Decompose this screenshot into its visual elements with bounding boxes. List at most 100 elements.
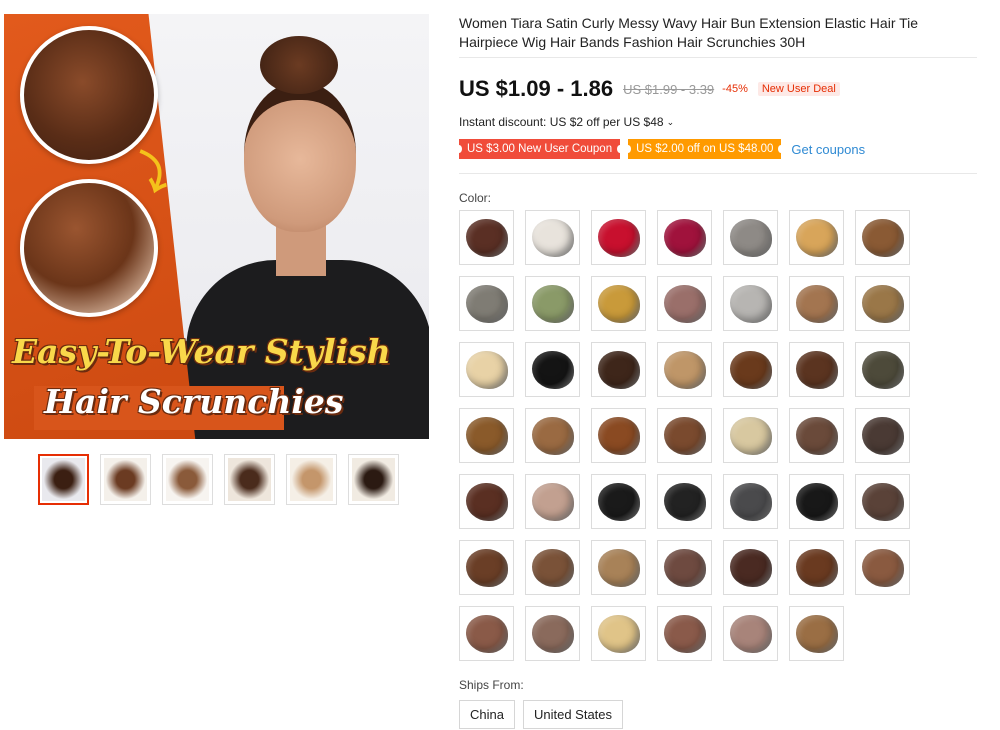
color-swatch[interactable] — [855, 342, 910, 397]
hair-bun-swatch-image — [861, 416, 904, 455]
color-swatch[interactable] — [723, 540, 778, 595]
color-swatch[interactable] — [789, 540, 844, 595]
hair-bun-swatch-image — [597, 416, 640, 455]
color-swatch[interactable] — [789, 276, 844, 331]
color-swatch[interactable] — [459, 276, 514, 331]
hair-bun-swatch-image — [465, 218, 508, 257]
color-swatch[interactable] — [591, 210, 646, 265]
divider — [459, 57, 977, 58]
hair-bun-swatch-image — [663, 548, 706, 587]
hair-bun-swatch-image — [465, 350, 508, 389]
gallery-thumbnail[interactable] — [38, 454, 89, 505]
color-swatch[interactable] — [657, 210, 712, 265]
color-swatch[interactable] — [459, 606, 514, 661]
original-price: US $1.99 - 3.39 — [623, 81, 715, 97]
color-swatch[interactable] — [525, 540, 580, 595]
color-swatch[interactable] — [789, 474, 844, 529]
gallery-thumbnail[interactable] — [224, 454, 275, 505]
gallery-thumbnail[interactable] — [162, 454, 213, 505]
color-swatch[interactable] — [723, 276, 778, 331]
new-user-coupon[interactable]: US $3.00 New User Coupon — [455, 139, 624, 159]
promo-headline: Easy-To-Wear Stylish — [12, 332, 391, 371]
color-swatch[interactable] — [789, 342, 844, 397]
thumbnail-strip — [38, 454, 399, 505]
model-photo — [182, 36, 429, 439]
color-swatch[interactable] — [657, 276, 712, 331]
color-swatch[interactable] — [459, 474, 514, 529]
hair-bun-swatch-image — [597, 218, 640, 257]
color-swatch[interactable] — [789, 606, 844, 661]
color-swatch[interactable] — [723, 210, 778, 265]
ships-from-option[interactable]: China — [459, 700, 515, 729]
thumbnail-image — [290, 458, 333, 501]
hair-bun-swatch-image — [531, 284, 574, 323]
color-swatch[interactable] — [855, 408, 910, 463]
color-swatch[interactable] — [525, 408, 580, 463]
color-swatch[interactable] — [525, 474, 580, 529]
get-coupons-link[interactable]: Get coupons — [791, 142, 865, 157]
store-coupon[interactable]: US $2.00 off on US $48.00 — [625, 139, 785, 159]
hair-bun-swatch-image — [729, 218, 772, 257]
color-swatch[interactable] — [591, 408, 646, 463]
hair-bun-swatch-image — [795, 350, 838, 389]
gallery-thumbnail[interactable] — [348, 454, 399, 505]
thumbnail-image — [352, 458, 395, 501]
gallery-thumbnail[interactable] — [100, 454, 151, 505]
hair-bun-swatch-image — [465, 284, 508, 323]
hair-bun-swatch-image — [729, 614, 772, 653]
color-swatch[interactable] — [591, 276, 646, 331]
discount-percent: -45% — [722, 83, 748, 95]
ships-from-option[interactable]: United States — [522, 700, 624, 729]
color-swatch[interactable] — [789, 408, 844, 463]
hair-bun-swatch-image — [795, 284, 838, 323]
color-swatch[interactable] — [525, 210, 580, 265]
product-title: Women Tiara Satin Curly Messy Wavy Hair … — [459, 15, 919, 50]
hair-bun-swatch-image — [531, 614, 574, 653]
gallery-thumbnail[interactable] — [286, 454, 337, 505]
color-swatch[interactable] — [855, 474, 910, 529]
color-swatch[interactable] — [525, 276, 580, 331]
hair-bun-swatch-image — [531, 482, 574, 521]
thumbnail-image — [228, 458, 271, 501]
color-swatch[interactable] — [723, 606, 778, 661]
color-swatch[interactable] — [525, 342, 580, 397]
color-swatch[interactable] — [459, 342, 514, 397]
instant-discount-text: Instant discount: US $2 off per US $48 — [459, 115, 664, 129]
color-swatch[interactable] — [591, 474, 646, 529]
color-swatch[interactable] — [855, 210, 910, 265]
color-swatch[interactable] — [657, 540, 712, 595]
hair-bun-swatch-image — [597, 548, 640, 587]
chevron-down-icon[interactable]: ⌄ — [667, 117, 675, 128]
color-swatch[interactable] — [591, 342, 646, 397]
color-swatch[interactable] — [657, 474, 712, 529]
hair-bun-swatch-image — [597, 284, 640, 323]
hair-bun-swatch-image — [597, 614, 640, 653]
color-swatch[interactable] — [723, 408, 778, 463]
color-swatch[interactable] — [789, 210, 844, 265]
color-swatch[interactable] — [855, 540, 910, 595]
color-swatch[interactable] — [657, 342, 712, 397]
color-swatch[interactable] — [657, 408, 712, 463]
hair-bun-swatch-image — [663, 218, 706, 257]
hair-bun-swatch-image — [795, 548, 838, 587]
main-product-image[interactable]: ⤵ Easy-To-Wear Stylish Hair Scrunchies — [4, 14, 429, 439]
color-swatch[interactable] — [591, 540, 646, 595]
color-swatch[interactable] — [723, 342, 778, 397]
hair-bun-swatch-image — [465, 482, 508, 521]
divider — [459, 173, 977, 174]
color-swatch[interactable] — [723, 474, 778, 529]
instant-discount[interactable]: Instant discount: US $2 off per US $48 ⌄ — [459, 115, 674, 129]
color-swatch[interactable] — [657, 606, 712, 661]
hair-bun-swatch-image — [597, 350, 640, 389]
color-swatch[interactable] — [459, 210, 514, 265]
hair-bun-swatch-image — [861, 350, 904, 389]
color-swatch[interactable] — [459, 540, 514, 595]
color-swatch[interactable] — [591, 606, 646, 661]
hair-bun-swatch-image — [795, 416, 838, 455]
color-swatch[interactable] — [525, 606, 580, 661]
hair-bun-swatch-image — [861, 548, 904, 587]
promo-subheadline: Hair Scrunchies — [44, 382, 344, 421]
hair-bun-swatch-image — [531, 548, 574, 587]
color-swatch[interactable] — [855, 276, 910, 331]
color-swatch[interactable] — [459, 408, 514, 463]
